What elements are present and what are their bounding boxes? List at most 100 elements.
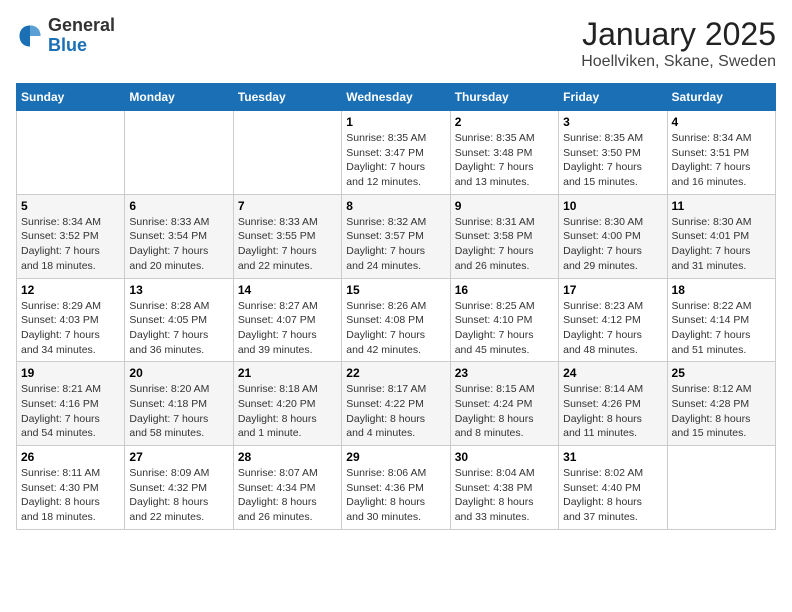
cell-sun-info: Sunrise: 8:07 AM Sunset: 4:34 PM Dayligh… (238, 466, 337, 525)
cell-day-number: 8 (346, 199, 445, 213)
cell-day-number: 23 (455, 366, 554, 380)
calendar-cell: 31 Sunrise: 8:02 AM Sunset: 4:40 PM Dayli… (559, 446, 667, 530)
calendar-cell: 16 Sunrise: 8:25 AM Sunset: 4:10 PM Dayli… (450, 278, 558, 362)
calendar-cell: 8 Sunrise: 8:32 AM Sunset: 3:57 PM Daylig… (342, 194, 450, 278)
cell-sun-info: Sunrise: 8:34 AM Sunset: 3:52 PM Dayligh… (21, 215, 120, 274)
calendar-cell: 12 Sunrise: 8:29 AM Sunset: 4:03 PM Dayli… (17, 278, 125, 362)
calendar-cell: 1 Sunrise: 8:35 AM Sunset: 3:47 PM Daylig… (342, 111, 450, 195)
cell-sun-info: Sunrise: 8:18 AM Sunset: 4:20 PM Dayligh… (238, 382, 337, 441)
calendar-cell: 6 Sunrise: 8:33 AM Sunset: 3:54 PM Daylig… (125, 194, 233, 278)
weekday-header-tuesday: Tuesday (233, 84, 341, 111)
cell-sun-info: Sunrise: 8:15 AM Sunset: 4:24 PM Dayligh… (455, 382, 554, 441)
weekday-header-saturday: Saturday (667, 84, 775, 111)
weekday-header-friday: Friday (559, 84, 667, 111)
cell-day-number: 6 (129, 199, 228, 213)
cell-day-number: 22 (346, 366, 445, 380)
calendar-cell: 29 Sunrise: 8:06 AM Sunset: 4:36 PM Dayli… (342, 446, 450, 530)
calendar-cell (233, 111, 341, 195)
cell-day-number: 9 (455, 199, 554, 213)
cell-sun-info: Sunrise: 8:09 AM Sunset: 4:32 PM Dayligh… (129, 466, 228, 525)
cell-day-number: 2 (455, 115, 554, 129)
calendar-cell (667, 446, 775, 530)
cell-day-number: 16 (455, 283, 554, 297)
calendar-cell: 19 Sunrise: 8:21 AM Sunset: 4:16 PM Dayli… (17, 362, 125, 446)
calendar-week-row: 19 Sunrise: 8:21 AM Sunset: 4:16 PM Dayli… (17, 362, 776, 446)
cell-sun-info: Sunrise: 8:06 AM Sunset: 4:36 PM Dayligh… (346, 466, 445, 525)
cell-day-number: 30 (455, 450, 554, 464)
cell-sun-info: Sunrise: 8:34 AM Sunset: 3:51 PM Dayligh… (672, 131, 771, 190)
cell-day-number: 31 (563, 450, 662, 464)
cell-sun-info: Sunrise: 8:11 AM Sunset: 4:30 PM Dayligh… (21, 466, 120, 525)
cell-sun-info: Sunrise: 8:31 AM Sunset: 3:58 PM Dayligh… (455, 215, 554, 274)
calendar-cell: 26 Sunrise: 8:11 AM Sunset: 4:30 PM Dayli… (17, 446, 125, 530)
calendar-title: January 2025 (581, 16, 776, 53)
cell-day-number: 20 (129, 366, 228, 380)
cell-day-number: 19 (21, 366, 120, 380)
calendar-cell: 30 Sunrise: 8:04 AM Sunset: 4:38 PM Dayli… (450, 446, 558, 530)
cell-sun-info: Sunrise: 8:33 AM Sunset: 3:55 PM Dayligh… (238, 215, 337, 274)
cell-sun-info: Sunrise: 8:30 AM Sunset: 4:00 PM Dayligh… (563, 215, 662, 274)
calendar-cell: 28 Sunrise: 8:07 AM Sunset: 4:34 PM Dayli… (233, 446, 341, 530)
calendar-cell: 20 Sunrise: 8:20 AM Sunset: 4:18 PM Dayli… (125, 362, 233, 446)
logo-blue-text: Blue (48, 36, 115, 56)
weekday-header-wednesday: Wednesday (342, 84, 450, 111)
cell-day-number: 26 (21, 450, 120, 464)
calendar-cell: 9 Sunrise: 8:31 AM Sunset: 3:58 PM Daylig… (450, 194, 558, 278)
calendar-cell: 25 Sunrise: 8:12 AM Sunset: 4:28 PM Dayli… (667, 362, 775, 446)
logo-general-text: General (48, 16, 115, 36)
cell-day-number: 24 (563, 366, 662, 380)
cell-sun-info: Sunrise: 8:12 AM Sunset: 4:28 PM Dayligh… (672, 382, 771, 441)
calendar-cell: 14Sunrise: 8:27 AM Sunset: 4:07 PM Dayli… (233, 278, 341, 362)
calendar-cell (125, 111, 233, 195)
cell-day-number: 12 (21, 283, 120, 297)
cell-day-number: 5 (21, 199, 120, 213)
calendar-cell: 4Sunrise: 8:34 AM Sunset: 3:51 PM Daylig… (667, 111, 775, 195)
calendar-cell: 5 Sunrise: 8:34 AM Sunset: 3:52 PM Daylig… (17, 194, 125, 278)
cell-day-number: 14 (238, 283, 337, 297)
cell-sun-info: Sunrise: 8:22 AM Sunset: 4:14 PM Dayligh… (672, 299, 771, 358)
cell-sun-info: Sunrise: 8:14 AM Sunset: 4:26 PM Dayligh… (563, 382, 662, 441)
cell-day-number: 15 (346, 283, 445, 297)
cell-sun-info: Sunrise: 8:33 AM Sunset: 3:54 PM Dayligh… (129, 215, 228, 274)
weekday-header-thursday: Thursday (450, 84, 558, 111)
cell-sun-info: Sunrise: 8:29 AM Sunset: 4:03 PM Dayligh… (21, 299, 120, 358)
cell-day-number: 1 (346, 115, 445, 129)
calendar-cell: 22 Sunrise: 8:17 AM Sunset: 4:22 PM Dayli… (342, 362, 450, 446)
calendar-week-row: 12 Sunrise: 8:29 AM Sunset: 4:03 PM Dayli… (17, 278, 776, 362)
cell-day-number: 25 (672, 366, 771, 380)
cell-sun-info: Sunrise: 8:32 AM Sunset: 3:57 PM Dayligh… (346, 215, 445, 274)
cell-sun-info: Sunrise: 8:02 AM Sunset: 4:40 PM Dayligh… (563, 466, 662, 525)
cell-day-number: 21 (238, 366, 337, 380)
title-section: January 2025 Hoellviken, Skane, Sweden (581, 16, 776, 71)
calendar-cell: 10Sunrise: 8:30 AM Sunset: 4:00 PM Dayli… (559, 194, 667, 278)
cell-sun-info: Sunrise: 8:25 AM Sunset: 4:10 PM Dayligh… (455, 299, 554, 358)
calendar-cell: 24 Sunrise: 8:14 AM Sunset: 4:26 PM Dayli… (559, 362, 667, 446)
cell-day-number: 11 (672, 199, 771, 213)
calendar-cell: 13Sunrise: 8:28 AM Sunset: 4:05 PM Dayli… (125, 278, 233, 362)
logo-icon (16, 22, 44, 50)
cell-sun-info: Sunrise: 8:35 AM Sunset: 3:47 PM Dayligh… (346, 131, 445, 190)
cell-day-number: 28 (238, 450, 337, 464)
cell-sun-info: Sunrise: 8:35 AM Sunset: 3:48 PM Dayligh… (455, 131, 554, 190)
weekday-header-row: SundayMondayTuesdayWednesdayThursdayFrid… (17, 84, 776, 111)
calendar-subtitle: Hoellviken, Skane, Sweden (581, 53, 776, 71)
calendar-table: SundayMondayTuesdayWednesdayThursdayFrid… (16, 83, 776, 530)
cell-day-number: 17 (563, 283, 662, 297)
cell-sun-info: Sunrise: 8:23 AM Sunset: 4:12 PM Dayligh… (563, 299, 662, 358)
calendar-cell: 11Sunrise: 8:30 AM Sunset: 4:01 PM Dayli… (667, 194, 775, 278)
calendar-cell: 7 Sunrise: 8:33 AM Sunset: 3:55 PM Daylig… (233, 194, 341, 278)
calendar-cell: 21 Sunrise: 8:18 AM Sunset: 4:20 PM Dayli… (233, 362, 341, 446)
cell-sun-info: Sunrise: 8:21 AM Sunset: 4:16 PM Dayligh… (21, 382, 120, 441)
cell-sun-info: Sunrise: 8:17 AM Sunset: 4:22 PM Dayligh… (346, 382, 445, 441)
cell-day-number: 29 (346, 450, 445, 464)
calendar-cell: 27 Sunrise: 8:09 AM Sunset: 4:32 PM Dayli… (125, 446, 233, 530)
calendar-week-row: 1 Sunrise: 8:35 AM Sunset: 3:47 PM Daylig… (17, 111, 776, 195)
cell-sun-info: Sunrise: 8:35 AM Sunset: 3:50 PM Dayligh… (563, 131, 662, 190)
calendar-cell: 3Sunrise: 8:35 AM Sunset: 3:50 PM Daylig… (559, 111, 667, 195)
cell-day-number: 27 (129, 450, 228, 464)
cell-sun-info: Sunrise: 8:04 AM Sunset: 4:38 PM Dayligh… (455, 466, 554, 525)
calendar-week-row: 26 Sunrise: 8:11 AM Sunset: 4:30 PM Dayli… (17, 446, 776, 530)
cell-day-number: 7 (238, 199, 337, 213)
cell-sun-info: Sunrise: 8:20 AM Sunset: 4:18 PM Dayligh… (129, 382, 228, 441)
cell-sun-info: Sunrise: 8:28 AM Sunset: 4:05 PM Dayligh… (129, 299, 228, 358)
